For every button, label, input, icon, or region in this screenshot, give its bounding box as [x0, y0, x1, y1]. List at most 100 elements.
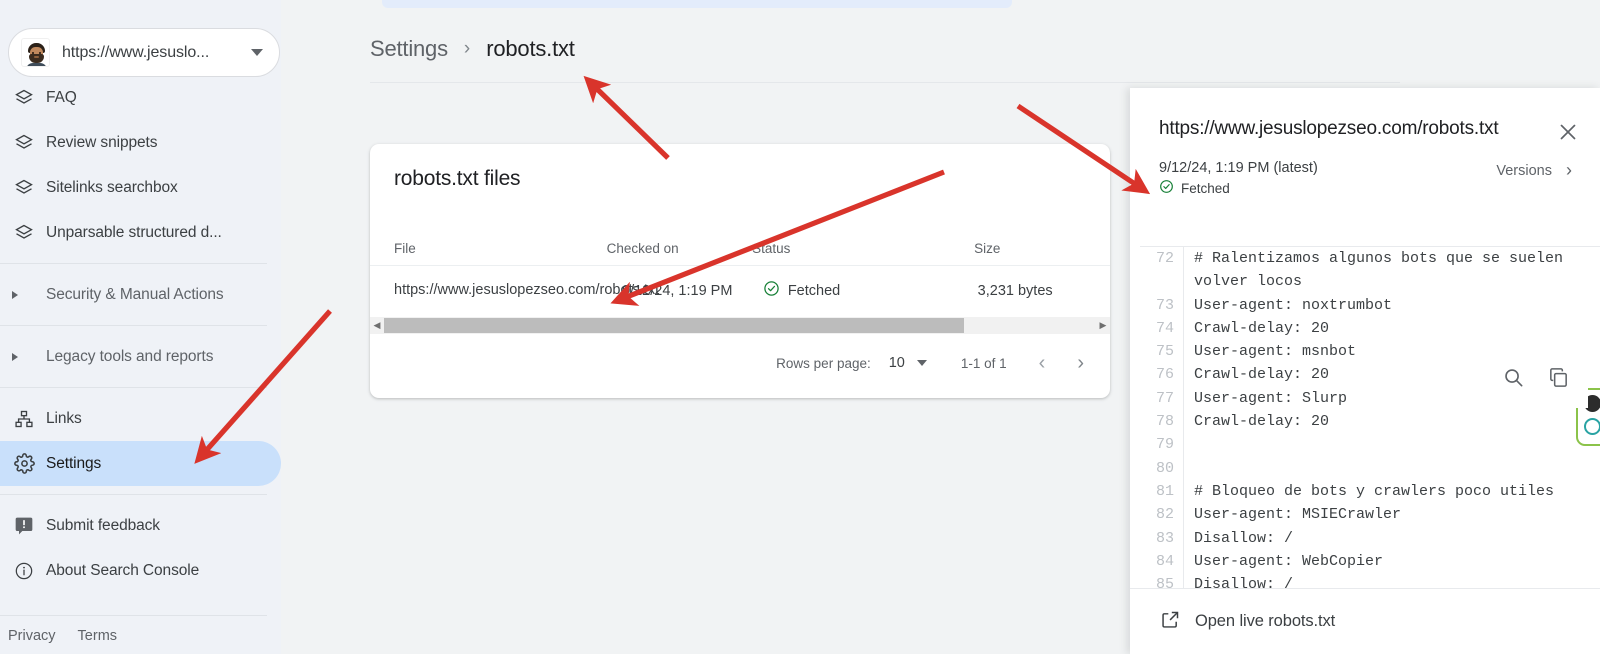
scrollbar-thumb[interactable] — [384, 318, 964, 333]
code-line-number: 82 — [1140, 503, 1184, 527]
sidebar-item-label: Security & Manual Actions — [46, 285, 224, 303]
horizontal-scrollbar[interactable]: ◀ ▶ — [370, 317, 1110, 334]
code-line-number: 78 — [1140, 410, 1184, 434]
layers-icon — [14, 178, 46, 198]
terms-link[interactable]: Terms — [78, 628, 117, 644]
sidebar-item-submit-feedback[interactable]: Submit feedback — [0, 503, 281, 548]
sidebar-item-unparsable-structured-data[interactable]: Unparsable structured d... — [0, 210, 281, 255]
sidebar-item-sitelinks-searchbox[interactable]: Sitelinks searchbox — [0, 165, 281, 210]
expander-icon — [12, 352, 46, 361]
check-circle-icon — [1159, 179, 1174, 197]
code-line-number: 80 — [1140, 456, 1184, 480]
privacy-link[interactable]: Privacy — [8, 628, 56, 644]
property-selector[interactable]: https://www.jesuslo... — [8, 28, 280, 77]
sidebar-item-about-search-console[interactable]: About Search Console — [0, 548, 281, 593]
check-circle-icon — [763, 280, 780, 301]
cell-file: https://www.jesuslopezseo.com/robots.txt — [394, 282, 660, 298]
breadcrumb-settings[interactable]: Settings — [370, 36, 448, 62]
code-line-number: 77 — [1140, 386, 1184, 411]
sidebar-group-legacy-tools-and-reports[interactable]: Legacy tools and reports — [0, 334, 281, 379]
code-line-number: 75 — [1140, 340, 1184, 364]
chevron-down-icon[interactable] — [916, 360, 927, 366]
scroll-right-arrow-icon[interactable]: ▶ — [1096, 321, 1110, 330]
divider — [0, 263, 267, 264]
sidebar-item-label: Submit feedback — [46, 516, 160, 534]
panel-subheader: 9/12/24, 1:19 PM (latest) Fetched Versio… — [1159, 160, 1574, 197]
sidebar-item-label: Sitelinks searchbox — [46, 178, 178, 196]
pagination-range: 1-1 of 1 — [960, 355, 1007, 371]
sidebar-group-security-manual-actions[interactable]: Security & Manual Actions — [0, 272, 281, 317]
sidebar-item-label: Settings — [46, 454, 102, 472]
user-avatar-icon — [21, 38, 50, 67]
expander-icon — [12, 290, 46, 299]
code-line-number: 73 — [1140, 293, 1184, 317]
code-line-number: 72 — [1140, 247, 1184, 271]
code-line-number: 81 — [1140, 479, 1184, 504]
sidebar-item-faq[interactable]: FAQ — [0, 75, 281, 120]
table-row[interactable]: https://www.jesuslopezseo.com/robots.txt… — [370, 265, 1110, 317]
cell-checked-on: 9/12/24, 1:19 PM — [622, 282, 733, 299]
sidebar-item-settings[interactable]: Settings — [0, 441, 281, 486]
versions-button[interactable]: Versions › — [1496, 160, 1574, 181]
code-line-number: 74 — [1140, 316, 1184, 341]
code-line-number: 84 — [1140, 549, 1184, 574]
open-in-new-icon — [1160, 609, 1181, 635]
table-pagination: Rows per page: 10 1-1 of 1 ‹ › — [370, 334, 1110, 392]
cell-size: 3,231 bytes — [977, 282, 1053, 299]
sidebar-item-label: About Search Console — [46, 561, 200, 579]
chevron-right-icon[interactable]: › — [1077, 352, 1084, 375]
chevron-left-icon[interactable]: ‹ — [1039, 352, 1046, 375]
feedback-icon — [14, 516, 46, 536]
gear-icon — [14, 453, 46, 474]
code-line-text: # Bloqueo de bots y crawlers poco utiles — [1194, 482, 1555, 500]
app-root: https://www.jesuslo... FAQ Review snippe… — [0, 0, 1600, 654]
code-line-number: 85 — [1140, 573, 1184, 588]
scrollbar-track[interactable] — [384, 317, 1096, 334]
code-line: 81 # Bloqueo de bots y crawlers poco util… — [1140, 479, 1600, 504]
breadcrumb: Settings › robots.txt — [370, 36, 575, 62]
sidebar-item-label: Review snippets — [46, 133, 158, 151]
code-line-text: Disallow: / — [1194, 529, 1294, 547]
table-header-row: File Checked on Status Size — [370, 231, 1110, 265]
chevron-right-icon: › — [463, 38, 471, 59]
rows-per-page-value[interactable]: 10 — [889, 355, 905, 371]
status-badge: Fetched — [787, 282, 841, 299]
sidebar-item-label: Unparsable structured d... — [46, 223, 222, 241]
code-line-text: Crawl-delay: 20 — [1194, 413, 1330, 431]
divider — [0, 494, 267, 495]
sitemap-icon — [14, 409, 46, 429]
column-header-size: Size — [974, 240, 1001, 256]
layers-icon — [14, 223, 46, 243]
versions-label: Versions — [1496, 162, 1552, 179]
open-live-robots-label: Open live robots.txt — [1195, 612, 1336, 630]
code-line-text — [1184, 457, 1194, 480]
code-lines: 72 # Ralentizamos algunos bots que se sue… — [1140, 247, 1600, 588]
panel-header: https://www.jesuslopezseo.com/robots.txt… — [1130, 88, 1600, 197]
robots-files-table: File Checked on Status Size https://www.… — [370, 231, 1110, 317]
code-line-text — [1184, 433, 1194, 456]
copy-icon[interactable] — [1547, 366, 1570, 394]
code-line: 83 Disallow: / — [1140, 526, 1600, 550]
code-viewer[interactable]: 72 # Ralentizamos algunos bots que se sue… — [1140, 246, 1600, 588]
chevron-down-icon[interactable] — [251, 49, 263, 56]
search-icon[interactable] — [1502, 366, 1525, 394]
panel-date: 9/12/24, 1:19 PM (latest) — [1159, 160, 1318, 176]
code-line-number: 76 — [1140, 363, 1184, 387]
code-line: volver locos — [1140, 270, 1600, 294]
sidebar-item-review-snippets[interactable]: Review snippets — [0, 120, 281, 165]
chevron-right-icon: › — [1566, 160, 1572, 180]
scroll-left-arrow-icon[interactable]: ◀ — [370, 321, 384, 330]
info-icon — [14, 561, 46, 581]
close-icon[interactable] — [1556, 120, 1580, 144]
code-line: 73 User-agent: noxtrumbot — [1140, 293, 1600, 317]
sidebar-item-label: Links — [46, 409, 82, 427]
code-line-text: User-agent: MSIECrawler — [1194, 506, 1402, 524]
sidebar-item-links[interactable]: Links — [0, 396, 281, 441]
rows-per-page-label: Rows per page: — [776, 355, 871, 371]
code-line-text: User-agent: noxtrumbot — [1194, 296, 1393, 314]
robots-detail-panel: https://www.jesuslopezseo.com/robots.txt… — [1130, 88, 1600, 654]
open-live-robots-button[interactable]: Open live robots.txt — [1130, 588, 1600, 654]
column-header-status: Status — [752, 240, 791, 256]
sidebar-footer: Privacy Terms — [0, 615, 281, 654]
column-header-file: File — [394, 240, 416, 256]
